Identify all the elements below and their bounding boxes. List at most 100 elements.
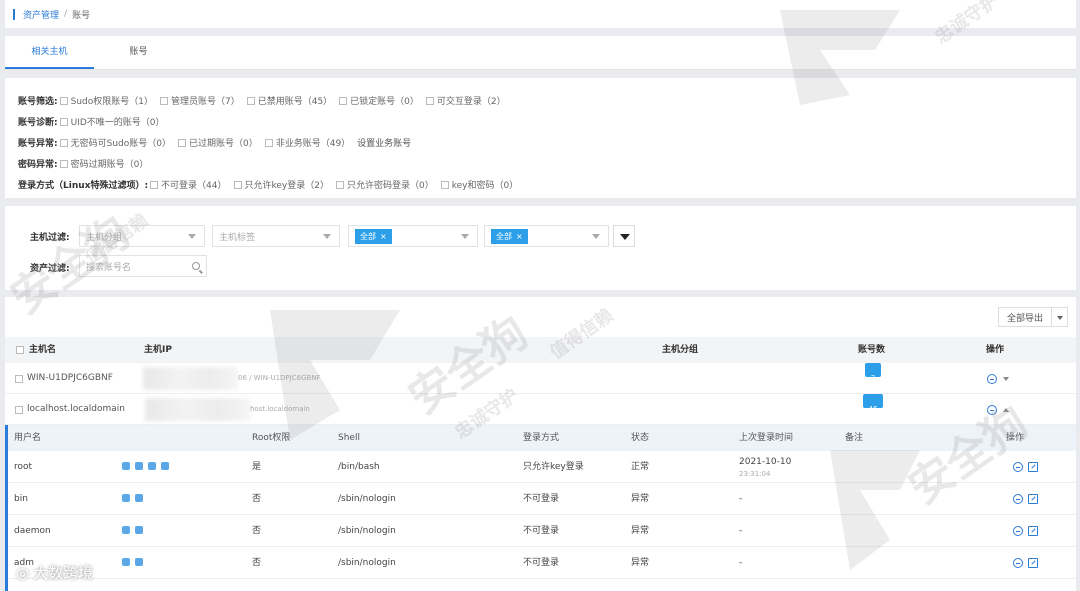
checkbox[interactable] [425, 96, 434, 105]
col-host-group: 主机分组 [662, 345, 699, 355]
chevron-down-icon[interactable] [1003, 377, 1009, 381]
edit-icon[interactable] [1028, 526, 1038, 536]
account-search-input[interactable]: 搜索账号名 [79, 255, 207, 277]
set-business-account-link[interactable]: 设置业务账号 [357, 136, 411, 149]
checkbox[interactable] [59, 96, 68, 105]
host-tag-placeholder: 主机标签 [219, 232, 256, 243]
host-ip: host.localdomain [250, 405, 310, 413]
account-row[interactable]: adm 否 /sbin/nologin 不可登录 异常 - [8, 547, 1076, 579]
edit-icon[interactable] [1028, 494, 1038, 504]
checkbox[interactable] [159, 96, 168, 105]
filter-option[interactable]: UID不唯一的账号（0） [59, 115, 165, 128]
chevron-down-icon [461, 234, 469, 239]
filter-option[interactable]: 已锁定账号（0） [339, 94, 419, 107]
checkbox[interactable] [59, 138, 68, 147]
account-row[interactable]: root 是 /bin/bash 只允许key登录 正常 2021-10-10 … [8, 451, 1076, 483]
col-last-login: 上次登录时间 [739, 433, 794, 443]
disable-icon[interactable] [1013, 526, 1023, 536]
lock-icon [135, 494, 143, 502]
option-label: 不可登录（44） [161, 181, 227, 191]
search-placeholder: 搜索账号名 [86, 262, 132, 273]
disable-icon[interactable] [1013, 494, 1023, 504]
breadcrumb-current: 账号 [72, 10, 91, 21]
filter-option[interactable]: key和密码（0） [440, 178, 519, 191]
host-row[interactable]: WIN-U1DPJC6GBNF 06 / WIN-U1DPJC6GBNF 3 [5, 363, 1076, 394]
checkbox[interactable] [177, 138, 186, 147]
option-label: 密码过期账号（0） [70, 160, 149, 170]
tag-close-icon[interactable]: × [516, 232, 523, 241]
filter-option[interactable]: 已禁用账号（45） [246, 94, 332, 107]
filter-option[interactable]: 可交互登录（2） [425, 94, 506, 107]
account-abnormal-row: 账号异常: 无密码可Sudo账号（0） 已过期账号（0） 非业务账号（49） 设… [18, 132, 1076, 153]
disable-icon[interactable] [1013, 558, 1023, 568]
filter-option[interactable]: 只允许密码登录（0） [335, 178, 434, 191]
option-label: 已锁定账号（0） [350, 97, 419, 107]
status-select[interactable]: 全部 × [484, 225, 609, 247]
checkbox[interactable] [59, 159, 68, 168]
selected-tag[interactable]: 全部 × [491, 228, 528, 244]
os-select[interactable]: 全部 × [348, 225, 478, 247]
export-dropdown-icon[interactable] [1051, 308, 1067, 326]
disable-icon[interactable] [1013, 462, 1023, 472]
filter-option[interactable]: 只允许key登录（2） [233, 178, 329, 191]
account-last-login: - [739, 526, 743, 536]
col-user: 用户名 [14, 433, 42, 443]
account-subtable: 用户名 Root权限 Shell 登录方式 状态 上次登录时间 备注 操作 ro… [5, 425, 1076, 591]
breadcrumb-accent-bar [13, 8, 15, 20]
collapse-icon[interactable] [987, 405, 997, 415]
row-checkbox[interactable] [15, 406, 23, 414]
filter-option[interactable]: 不可登录（44） [150, 178, 227, 191]
host-ip: 06 / WIN-U1DPJC6GBNF [238, 374, 321, 382]
collapse-icon[interactable] [987, 374, 997, 384]
option-label: 只允许key登录（2） [244, 181, 329, 191]
checkbox[interactable] [246, 96, 255, 105]
redacted-ip [143, 367, 238, 390]
account-shell: /sbin/nologin [338, 558, 396, 568]
more-filters-button[interactable] [613, 225, 635, 247]
checkbox[interactable] [59, 117, 68, 126]
selected-tag[interactable]: 全部 × [355, 228, 392, 244]
account-count-badge[interactable]: 46 [863, 394, 883, 413]
host-tag-select[interactable]: 主机标签 [212, 225, 340, 247]
option-label: key和密码（0） [451, 181, 519, 191]
edit-icon[interactable] [1028, 462, 1038, 472]
account-user: root [14, 462, 33, 472]
export-all-button[interactable]: 全部导出 [997, 307, 1068, 327]
filter-option[interactable]: 非业务账号（49） [264, 136, 350, 149]
breadcrumb-root-link[interactable]: 资产管理 [23, 8, 59, 21]
filter-option[interactable]: 管理员账号（7） [159, 94, 240, 107]
chevron-up-icon[interactable] [1003, 408, 1009, 412]
col-remark: 备注 [845, 433, 864, 443]
account-row[interactable]: bin 否 /sbin/nologin 不可登录 异常 - [8, 483, 1076, 515]
checkbox[interactable] [150, 180, 159, 189]
checkbox[interactable] [264, 138, 273, 147]
tab-related-hosts[interactable]: 相关主机 [5, 36, 94, 69]
account-count-badge[interactable]: 3 [865, 363, 881, 382]
select-all-checkbox[interactable] [16, 346, 24, 354]
filter-option[interactable]: Sudo权限账号（1） [59, 94, 153, 107]
edit-icon[interactable] [1028, 558, 1038, 568]
wechat-icon: ◎ [16, 563, 30, 582]
filter-option[interactable]: 密码过期账号（0） [59, 157, 149, 170]
login-method-row: 登录方式（Linux特殊过滤项）: 不可登录（44） 只允许key登录（2） 只… [18, 174, 1076, 195]
checkbox[interactable] [335, 180, 344, 189]
checkbox[interactable] [440, 180, 449, 189]
row-checkbox[interactable] [15, 375, 23, 383]
account-row[interactable]: daemon 否 /sbin/nologin 不可登录 异常 - [8, 515, 1076, 547]
chevron-down-icon [323, 234, 331, 239]
lock-icon [135, 526, 143, 534]
option-label: UID不唯一的账号（0） [70, 118, 165, 128]
host-group-select[interactable]: 主机分组 [79, 225, 205, 247]
account-root: 是 [252, 462, 262, 472]
host-row[interactable]: localhost.localdomain host.localdomain 4… [5, 394, 1076, 425]
filter-option[interactable]: 已过期账号（0） [177, 136, 258, 149]
search-icon[interactable] [192, 262, 200, 270]
tag-close-icon[interactable]: × [380, 232, 387, 241]
col-login: 登录方式 [523, 433, 560, 443]
chevron-down-icon [188, 234, 196, 239]
tab-accounts[interactable]: 账号 [94, 36, 183, 69]
checkbox[interactable] [233, 180, 242, 189]
checkbox[interactable] [339, 96, 348, 105]
col-root: Root权限 [252, 433, 291, 443]
filter-option[interactable]: 无密码可Sudo账号（0） [59, 136, 171, 149]
